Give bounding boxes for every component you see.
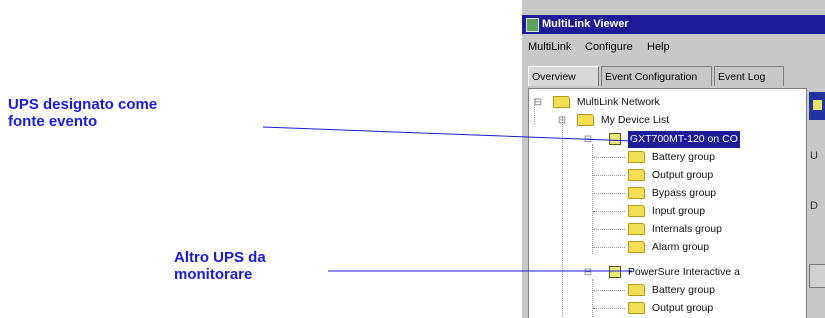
- leader-lines: [262, 126, 634, 272]
- leader-line-event-source: [262, 126, 634, 142]
